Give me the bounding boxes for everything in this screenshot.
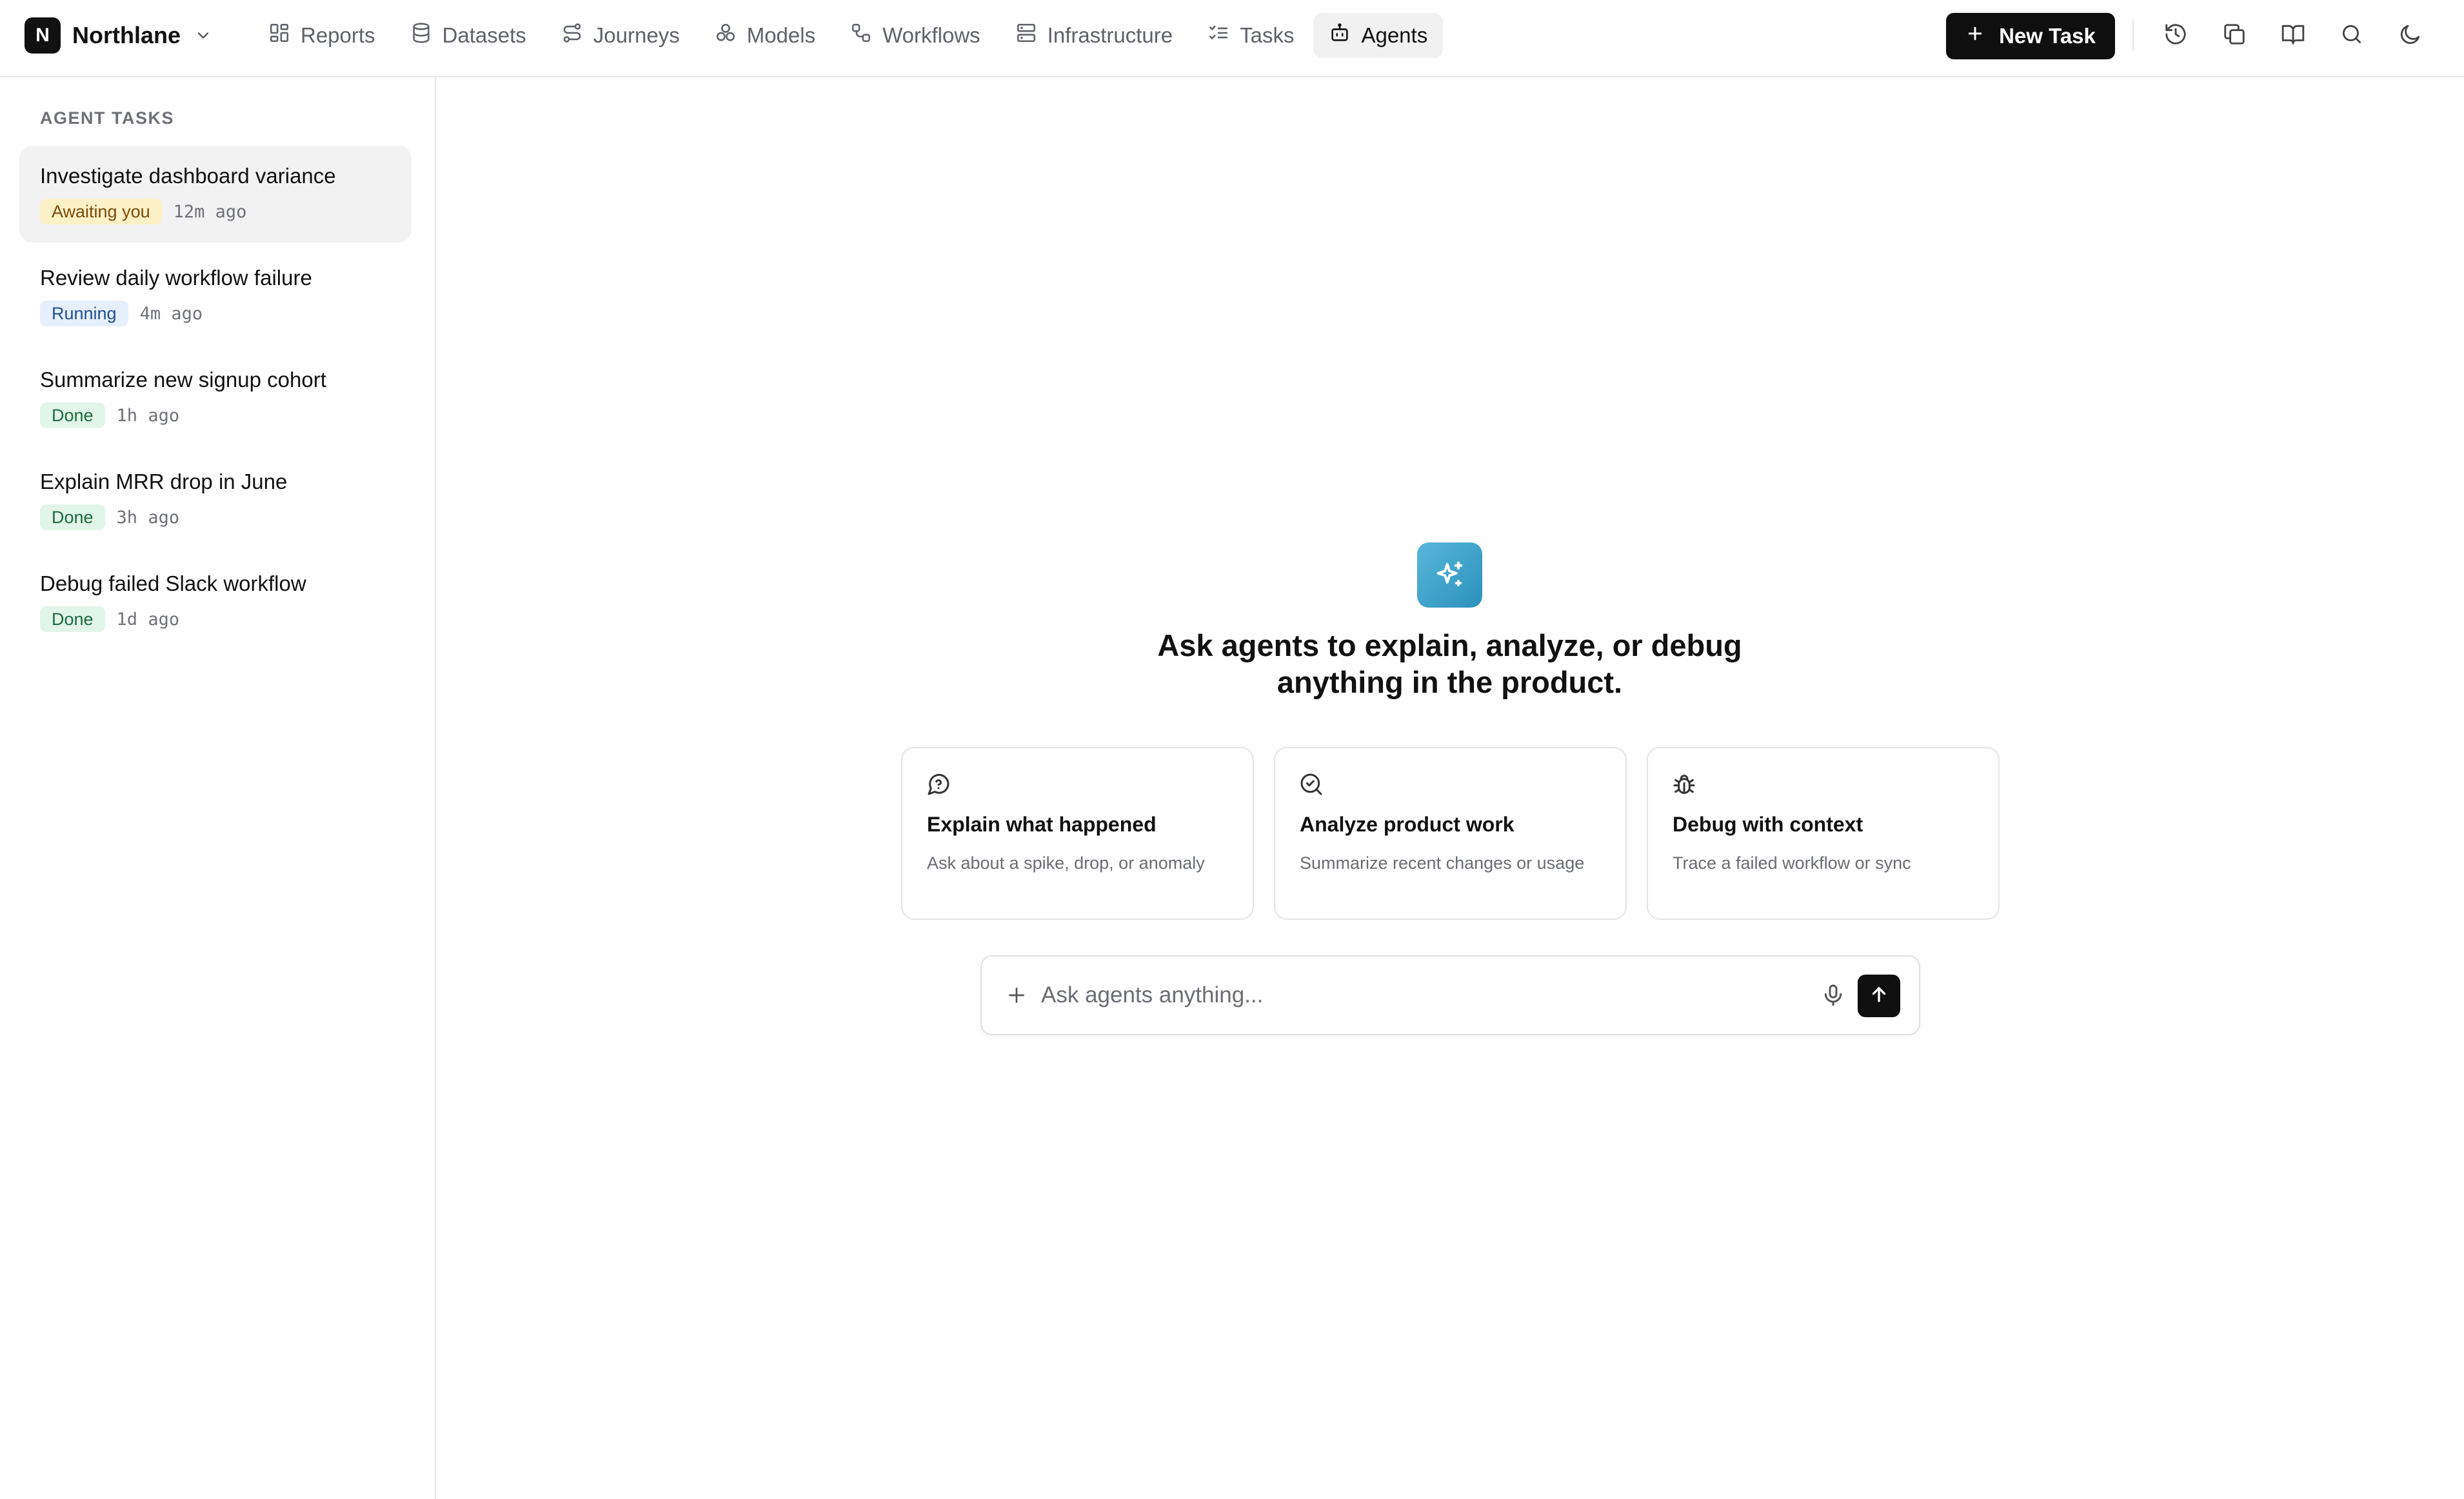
- sparkles-icon: [1417, 542, 1482, 608]
- nav-label: Datasets: [442, 23, 526, 47]
- nav-label: Agents: [1361, 23, 1428, 47]
- primary-nav: Reports Datasets Journeys Models Workflo…: [253, 13, 1444, 58]
- nav-tasks[interactable]: Tasks: [1192, 13, 1309, 58]
- sidebar-heading: AGENT TASKS: [40, 108, 175, 128]
- new-task-button[interactable]: New Task: [1946, 13, 2115, 59]
- task-item[interactable]: Review daily workflow failure Running 4m…: [19, 248, 412, 344]
- bot-icon: [1329, 22, 1351, 49]
- agent-tasks-sidebar: AGENT TASKS Investigate dashboard varian…: [0, 77, 436, 1499]
- nav-reports[interactable]: Reports: [253, 13, 391, 58]
- task-item[interactable]: Debug failed Slack workflow Done 1d ago: [19, 553, 412, 650]
- task-time: 1h ago: [116, 405, 180, 426]
- status-badge: Done: [40, 402, 105, 428]
- search-check-icon: [1298, 771, 1324, 797]
- card-title: Analyze product work: [1300, 813, 1515, 836]
- workflow-icon: [850, 22, 872, 49]
- workspace-switcher[interactable]: N Northlane: [25, 17, 213, 54]
- nav-workflows[interactable]: Workflows: [835, 13, 996, 58]
- copy-icon: [2222, 22, 2247, 50]
- new-task-label: New Task: [1999, 24, 2096, 48]
- nav-models[interactable]: Models: [699, 13, 831, 58]
- history-icon: [2163, 22, 2188, 50]
- card-description: Trace a failed workflow or sync: [1673, 853, 1911, 873]
- task-meta: Done 1h ago: [40, 402, 179, 428]
- send-button[interactable]: [1858, 975, 1900, 1017]
- task-item[interactable]: Investigate dashboard variance Awaiting …: [19, 146, 412, 243]
- grid-icon: [268, 22, 290, 49]
- copy-button[interactable]: [2220, 21, 2249, 50]
- agent-composer: [980, 955, 1920, 1035]
- task-meta: Done 1d ago: [40, 606, 179, 632]
- book-icon: [2281, 22, 2305, 50]
- status-badge: Awaiting you: [40, 199, 162, 224]
- nav-label: Workflows: [882, 23, 980, 47]
- task-meta: Done 3h ago: [40, 504, 179, 530]
- workspace-name: Northlane: [72, 22, 181, 48]
- nav-label: Infrastructure: [1047, 23, 1173, 47]
- card-description: Ask about a spike, drop, or anomaly: [927, 853, 1205, 873]
- attach-plus-icon[interactable]: [1005, 984, 1028, 1007]
- status-badge: Running: [40, 301, 128, 326]
- task-item[interactable]: Summarize new signup cohort Done 1h ago: [19, 350, 412, 446]
- task-meta: Awaiting you 12m ago: [40, 199, 246, 224]
- chevron-down-icon: [194, 26, 213, 45]
- task-title: Explain MRR drop in June: [40, 470, 288, 493]
- toolbar-divider: [2132, 21, 2134, 50]
- history-button[interactable]: [2161, 21, 2191, 50]
- task-time: 1d ago: [116, 609, 180, 630]
- suggestion-card-debug[interactable]: Debug with context Trace a failed workfl…: [1647, 747, 2000, 920]
- moon-icon: [2398, 22, 2423, 50]
- server-icon: [1015, 22, 1037, 49]
- task-title: Summarize new signup cohort: [40, 368, 326, 392]
- message-question-icon: [926, 771, 951, 797]
- list-checks-icon: [1207, 22, 1229, 49]
- nav-label: Journeys: [593, 23, 680, 47]
- card-description: Summarize recent changes or usage: [1300, 853, 1585, 873]
- search-icon: [2340, 22, 2364, 50]
- nav-journeys[interactable]: Journeys: [546, 13, 695, 58]
- card-title: Explain what happened: [927, 813, 1157, 836]
- task-time: 3h ago: [116, 507, 180, 528]
- task-title: Review daily workflow failure: [40, 266, 312, 290]
- microphone-icon[interactable]: [1820, 982, 1846, 1008]
- nav-label: Tasks: [1240, 23, 1295, 47]
- nav-label: Models: [746, 23, 816, 47]
- task-title: Investigate dashboard variance: [40, 164, 336, 188]
- suggestion-card-analyze[interactable]: Analyze product work Summarize recent ch…: [1274, 747, 1627, 920]
- task-meta: Running 4m ago: [40, 301, 203, 326]
- task-time: 12m ago: [173, 201, 247, 222]
- docs-button[interactable]: [2278, 21, 2308, 50]
- task-title: Debug failed Slack workflow: [40, 571, 306, 595]
- arrow-up-icon: [1868, 984, 1890, 1009]
- status-badge: Done: [40, 606, 105, 632]
- boxes-icon: [715, 22, 737, 49]
- workspace-logo: N: [25, 17, 61, 54]
- ask-agents-input[interactable]: [1041, 976, 1802, 1015]
- status-badge: Done: [40, 504, 105, 530]
- card-title: Debug with context: [1673, 813, 1863, 836]
- nav-agents[interactable]: Agents: [1313, 13, 1444, 58]
- route-icon: [561, 22, 583, 49]
- nav-label: Reports: [301, 23, 375, 47]
- database-icon: [410, 22, 432, 49]
- empty-state-headline: Ask agents to explain, analyze, or debug…: [1157, 628, 1742, 699]
- plus-icon: [1965, 24, 1985, 48]
- nav-infrastructure[interactable]: Infrastructure: [1000, 13, 1188, 58]
- theme-toggle[interactable]: [2396, 21, 2425, 50]
- search-button[interactable]: [2337, 21, 2367, 50]
- task-item[interactable]: Explain MRR drop in June Done 3h ago: [19, 452, 412, 548]
- top-navigation: N Northlane Reports Datasets Journeys Mo…: [0, 0, 2464, 77]
- nav-datasets[interactable]: Datasets: [395, 13, 542, 58]
- task-time: 4m ago: [139, 303, 203, 324]
- suggestion-card-explain[interactable]: Explain what happened Ask about a spike,…: [901, 747, 1254, 920]
- bug-icon: [1671, 771, 1697, 797]
